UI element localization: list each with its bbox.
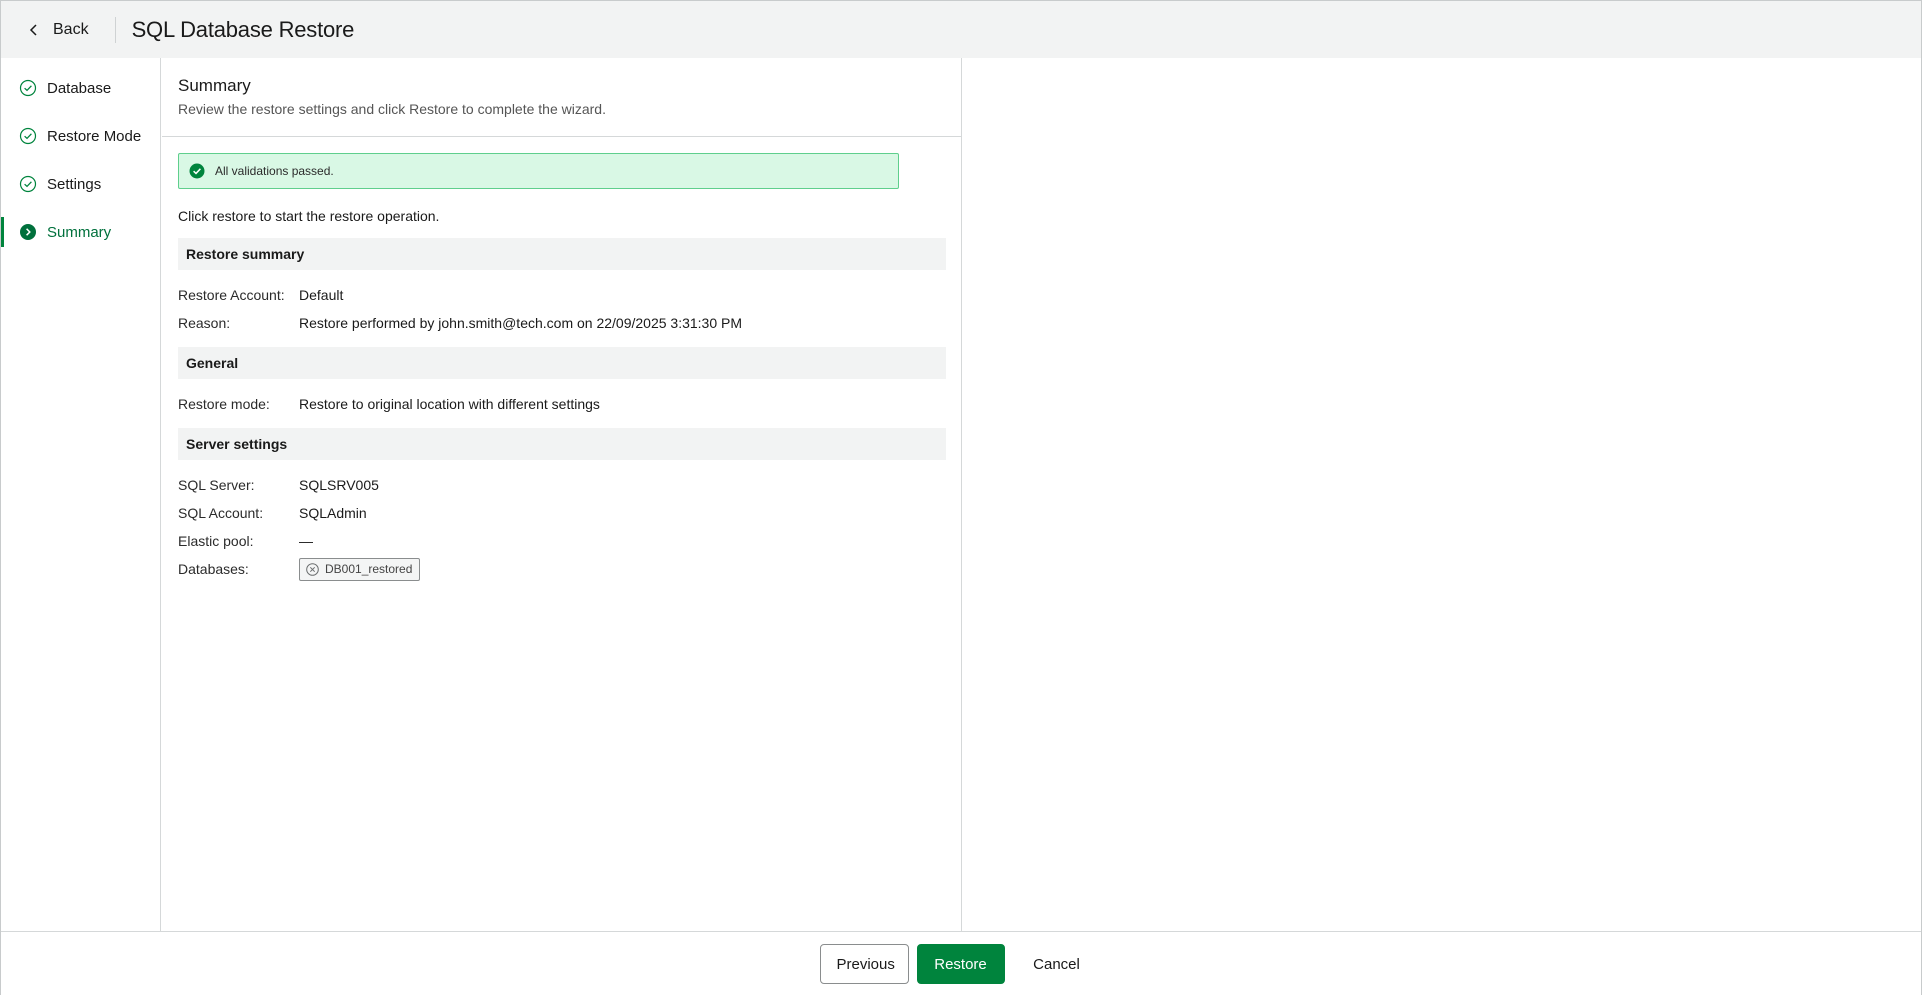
check-circle-icon (19, 79, 37, 97)
section-restore-summary: Restore summary (178, 238, 946, 270)
header-divider (114, 16, 116, 43)
row-sql-account: SQL Account: SQLAdmin (178, 499, 945, 527)
row-restore-mode: Restore mode: Restore to original locati… (178, 390, 945, 418)
field-label: Elastic pool: (178, 533, 254, 549)
field-value: — (299, 533, 313, 549)
remove-circle-icon[interactable] (306, 562, 319, 576)
validation-alert: All validations passed. (178, 153, 899, 189)
section-server-settings: Server settings (178, 428, 946, 460)
section-general: General (178, 347, 946, 379)
step-settings[interactable]: Settings (1, 160, 160, 208)
step-label: Settings (47, 175, 102, 193)
row-sql-server: SQL Server: SQLSRV005 (178, 471, 945, 499)
general-rows: Restore mode: Restore to original locati… (178, 379, 945, 428)
step-restore-mode[interactable]: Restore Mode (1, 112, 160, 160)
check-circle-icon (19, 175, 37, 193)
field-value: Restore to original location with differ… (299, 396, 600, 412)
field-value: Default (299, 287, 344, 303)
cancel-button[interactable]: Cancel (1013, 944, 1101, 984)
wizard-footer: Previous Restore Cancel (1, 931, 1921, 996)
restore-button[interactable]: Restore (916, 944, 1005, 984)
field-value: SQLAdmin (299, 505, 367, 521)
summary-header: Summary Review the restore settings and … (162, 58, 961, 137)
summary-panel: Summary Review the restore settings and … (162, 58, 962, 931)
wizard-steps-sidebar: Database Restore Mode Settings Summary (1, 58, 161, 931)
row-reason: Reason: Restore performed by john.smith@… (178, 309, 945, 337)
check-circle-icon (19, 127, 37, 145)
field-label: SQL Account: (178, 505, 264, 521)
database-chip: DB001_restored (299, 557, 421, 581)
field-label: Reason: (178, 315, 231, 331)
server-settings-rows: SQL Server: SQLSRV005 SQL Account: SQLAd… (178, 460, 945, 593)
back-label: Back (53, 20, 89, 38)
field-label: SQL Server: (178, 477, 255, 493)
header-bar: Back SQL Database Restore (1, 1, 1921, 58)
step-summary[interactable]: Summary (1, 208, 160, 256)
success-check-icon (189, 163, 205, 179)
page-title: SQL Database Restore (131, 16, 355, 42)
row-elastic-pool: Elastic pool: — (178, 527, 945, 555)
summary-title: Summary (178, 76, 251, 95)
step-database[interactable]: Database (1, 64, 160, 112)
chip-label: DB001_restored (325, 562, 413, 576)
row-restore-account: Restore Account: Default (178, 281, 945, 309)
field-label: Databases: (178, 561, 249, 577)
chevron-right-circle-icon (19, 223, 37, 241)
chevron-left-icon (27, 23, 41, 37)
step-label: Summary (47, 223, 112, 241)
step-label: Database (47, 79, 112, 97)
step-label: Restore Mode (47, 127, 142, 145)
row-databases: Databases: DB001_restored (178, 555, 945, 583)
field-label: Restore Account: (178, 287, 285, 303)
previous-button[interactable]: Previous (819, 944, 909, 984)
summary-body: All validations passed. Click restore to… (162, 137, 961, 593)
field-label: Restore mode: (178, 396, 270, 412)
alert-text: All validations passed. (215, 164, 334, 178)
summary-subtitle: Review the restore settings and click Re… (178, 101, 606, 117)
field-value: Restore performed by john.smith@tech.com… (299, 315, 743, 331)
back-button[interactable]: Back (21, 14, 95, 46)
wizard-window: Back SQL Database Restore Database Resto… (0, 0, 1922, 996)
intro-text: Click restore to start the restore opera… (178, 208, 440, 224)
field-value: SQLSRV005 (299, 477, 379, 493)
restore-summary-rows: Restore Account: Default Reason: Restore… (178, 270, 945, 347)
